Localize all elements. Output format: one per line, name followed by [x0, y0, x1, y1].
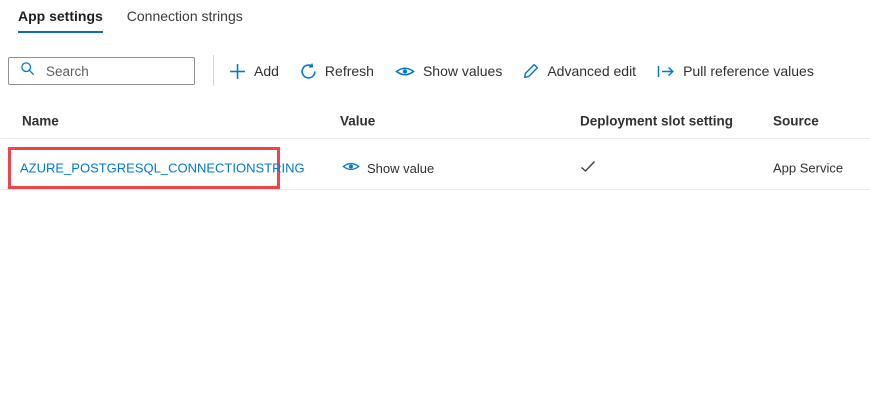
eye-icon: [395, 64, 415, 79]
show-values-button[interactable]: Show values: [395, 63, 502, 79]
header-source[interactable]: Source: [773, 114, 819, 129]
pencil-icon: [523, 63, 539, 79]
tab-connection-strings[interactable]: Connection strings: [127, 8, 243, 33]
show-value-label: Show value: [367, 161, 434, 176]
tab-bar: App settings Connection strings: [18, 8, 243, 33]
app-settings-page: App settings Connection strings Add: [0, 0, 870, 418]
setting-name-cell: AZURE_POSTGRESQL_CONNECTIONSTRING: [20, 161, 305, 176]
pull-reference-values-label: Pull reference values: [683, 63, 814, 79]
advanced-edit-button[interactable]: Advanced edit: [523, 63, 636, 79]
eye-icon: [342, 160, 360, 176]
header-deployment-slot-setting[interactable]: Deployment slot setting: [580, 114, 733, 129]
add-button[interactable]: Add: [229, 63, 279, 80]
refresh-button[interactable]: Refresh: [300, 63, 374, 80]
pull-reference-values-button[interactable]: Pull reference values: [657, 63, 814, 79]
header-name[interactable]: Name: [22, 114, 59, 129]
tab-app-settings[interactable]: App settings: [18, 8, 103, 33]
advanced-edit-label: Advanced edit: [547, 63, 636, 79]
search-icon: [20, 61, 35, 81]
arrow-from-bar-icon: [657, 64, 675, 79]
toolbar-divider: [213, 55, 214, 86]
source-cell: App Service: [773, 161, 843, 176]
deployment-slot-setting-cell: [580, 160, 596, 176]
table-header: Name Value Deployment slot setting Sourc…: [0, 105, 870, 139]
add-label: Add: [254, 63, 279, 79]
plus-icon: [229, 63, 246, 80]
refresh-icon: [300, 63, 317, 80]
show-values-label: Show values: [423, 63, 502, 79]
search-box[interactable]: [8, 57, 195, 85]
checkmark-icon: [580, 161, 596, 176]
search-input[interactable]: [46, 64, 186, 79]
command-toolbar: Add Refresh Show values: [229, 57, 814, 85]
refresh-label: Refresh: [325, 63, 374, 79]
table-row: AZURE_POSTGRESQL_CONNECTIONSTRING Show v…: [0, 139, 870, 190]
header-value[interactable]: Value: [340, 114, 375, 129]
show-value-button[interactable]: Show value: [342, 160, 434, 176]
setting-name-link[interactable]: AZURE_POSTGRESQL_CONNECTIONSTRING: [20, 161, 305, 176]
